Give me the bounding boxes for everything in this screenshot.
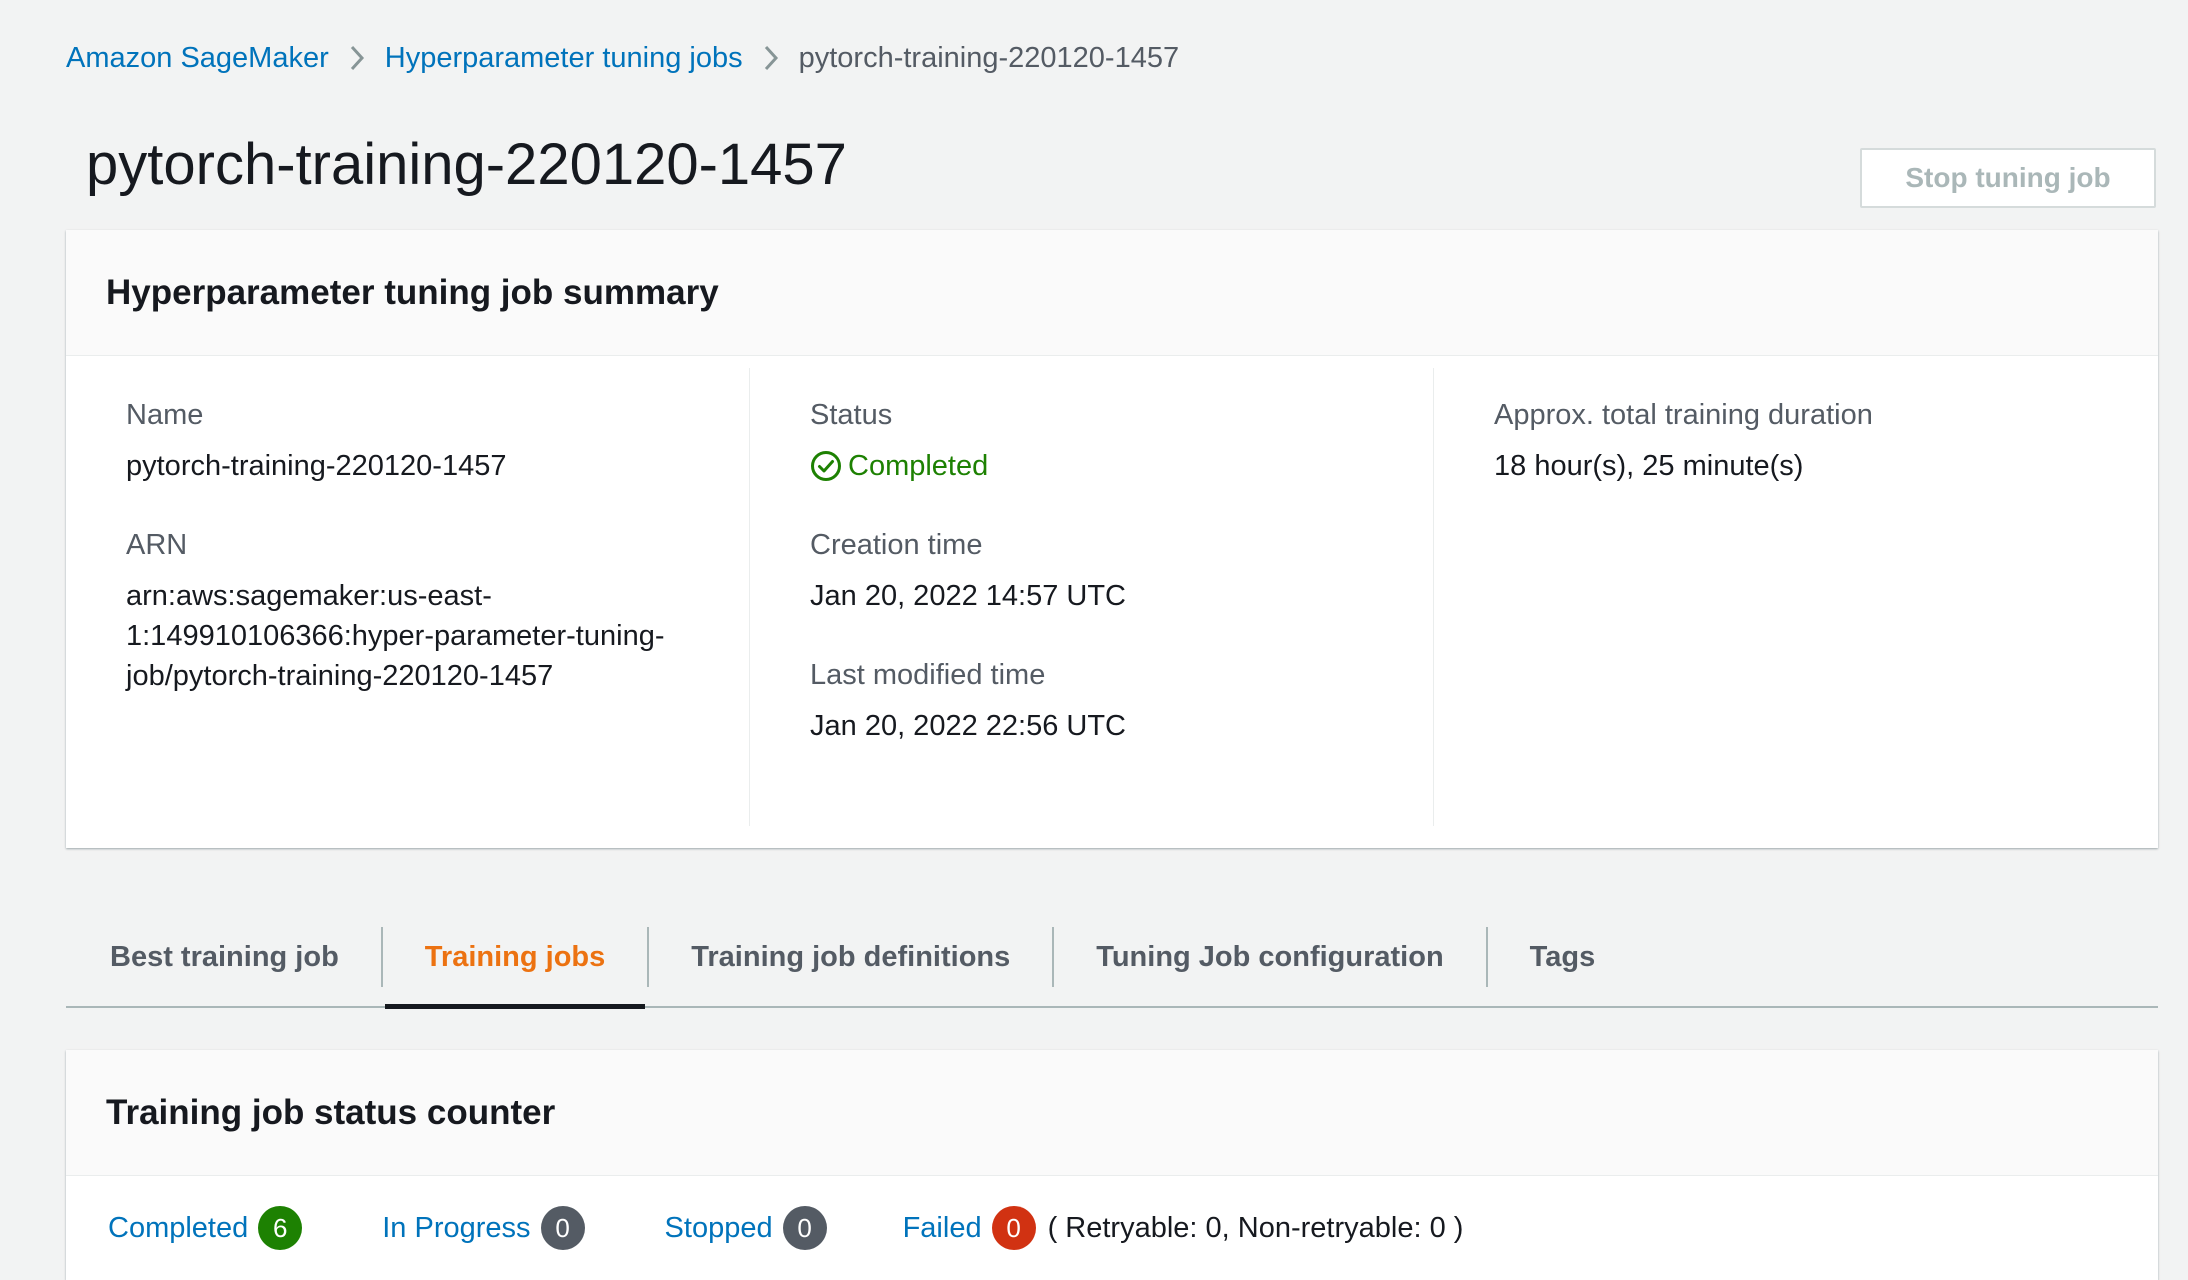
summary-column-1: Name pytorch-training-220120-1457 ARN ar… <box>66 368 750 826</box>
name-field: Name pytorch-training-220120-1457 <box>126 396 709 486</box>
arn-line: 1:149910106366:hyper-parameter-tuning- <box>126 620 665 652</box>
counter-in-progress: In Progress 0 <box>382 1206 585 1250</box>
name-value: pytorch-training-220120-1457 <box>126 450 507 482</box>
modified-time-value: Jan 20, 2022 22:56 UTC <box>810 710 1126 742</box>
in-progress-count-badge: 0 <box>540 1206 585 1250</box>
creation-time-label: Creation time <box>810 529 983 561</box>
summary-title: Hyperparameter tuning job summary <box>106 272 719 312</box>
retry-note: ( Retryable: 0, Non-retryable: 0 ) <box>1047 1211 1464 1244</box>
tab-training-job-definitions[interactable]: Training job definitions <box>649 908 1052 1006</box>
tab-tags[interactable]: Tags <box>1488 908 1638 1006</box>
summary-columns: Name pytorch-training-220120-1457 ARN ar… <box>66 356 2158 834</box>
in-progress-link[interactable]: In Progress <box>382 1212 530 1245</box>
completed-link[interactable]: Completed <box>108 1212 248 1245</box>
chevron-right-icon <box>751 44 791 72</box>
check-circle-icon <box>811 451 841 481</box>
creation-time-value: Jan 20, 2022 14:57 UTC <box>810 580 1126 612</box>
duration-value: 18 hour(s), 25 minute(s) <box>1494 450 1804 482</box>
duration-label: Approx. total training duration <box>1494 399 1873 431</box>
completed-count-badge: 6 <box>258 1206 303 1250</box>
counter-row: Completed 6 In Progress 0 Stopped 0 Fail… <box>66 1176 2158 1250</box>
status-value: Completed <box>848 450 989 482</box>
status-counter-panel: Training job status counter Completed 6 … <box>66 1050 2158 1280</box>
failed-link[interactable]: Failed <box>903 1212 982 1245</box>
status-indicator: Completed <box>810 446 1393 486</box>
failed-count-badge: 0 <box>991 1206 1036 1250</box>
summary-column-2: Status Completed Creation time Jan 20, 2… <box>750 368 1434 826</box>
breadcrumb-link-sagemaker[interactable]: Amazon SageMaker <box>66 42 329 75</box>
modified-time-label: Last modified time <box>810 659 1046 691</box>
tab-training-jobs[interactable]: Training jobs <box>383 908 647 1009</box>
status-label: Status <box>810 399 893 431</box>
arn-line: job/pytorch-training-220120-1457 <box>126 660 554 692</box>
arn-label: ARN <box>126 529 188 561</box>
name-label: Name <box>126 399 204 431</box>
counter-panel-header: Training job status counter <box>66 1050 2158 1176</box>
arn-line: arn:aws:sagemaker:us-east- <box>126 580 492 612</box>
chevron-right-icon <box>337 44 377 72</box>
creation-time-field: Creation time Jan 20, 2022 14:57 UTC <box>810 526 1393 616</box>
summary-panel-header: Hyperparameter tuning job summary <box>66 230 2158 356</box>
stopped-link[interactable]: Stopped <box>665 1212 773 1245</box>
summary-column-3: Approx. total training duration 18 hour(… <box>1434 368 2118 826</box>
stop-tuning-job-button[interactable]: Stop tuning job <box>1860 148 2156 208</box>
duration-field: Approx. total training duration 18 hour(… <box>1494 396 2078 486</box>
counter-title: Training job status counter <box>106 1092 556 1132</box>
counter-completed: Completed 6 <box>108 1206 303 1250</box>
breadcrumb: Amazon SageMaker Hyperparameter tuning j… <box>66 38 1179 78</box>
tab-best-training-job[interactable]: Best training job <box>66 908 381 1006</box>
breadcrumb-current: pytorch-training-220120-1457 <box>798 41 1180 74</box>
arn-field: ARN arn:aws:sagemaker:us-east- 1:1499101… <box>126 526 709 696</box>
stopped-count-badge: 0 <box>782 1206 827 1250</box>
page-title: pytorch-training-220120-1457 <box>86 132 847 197</box>
modified-time-field: Last modified time Jan 20, 2022 22:56 UT… <box>810 656 1393 746</box>
arn-value: arn:aws:sagemaker:us-east- 1:14991010636… <box>126 576 709 696</box>
tuning-job-summary-panel: Hyperparameter tuning job summary Name p… <box>66 230 2158 848</box>
counter-failed: Failed 0 ( Retryable: 0, Non-retryable: … <box>903 1206 1464 1250</box>
tab-bar: Best training job Training jobs Training… <box>66 908 2158 1009</box>
breadcrumb-link-tuning-jobs[interactable]: Hyperparameter tuning jobs <box>385 42 743 75</box>
counter-stopped: Stopped 0 <box>665 1206 827 1250</box>
status-field: Status Completed <box>810 396 1393 486</box>
tab-tuning-job-configuration[interactable]: Tuning Job configuration <box>1054 908 1485 1006</box>
